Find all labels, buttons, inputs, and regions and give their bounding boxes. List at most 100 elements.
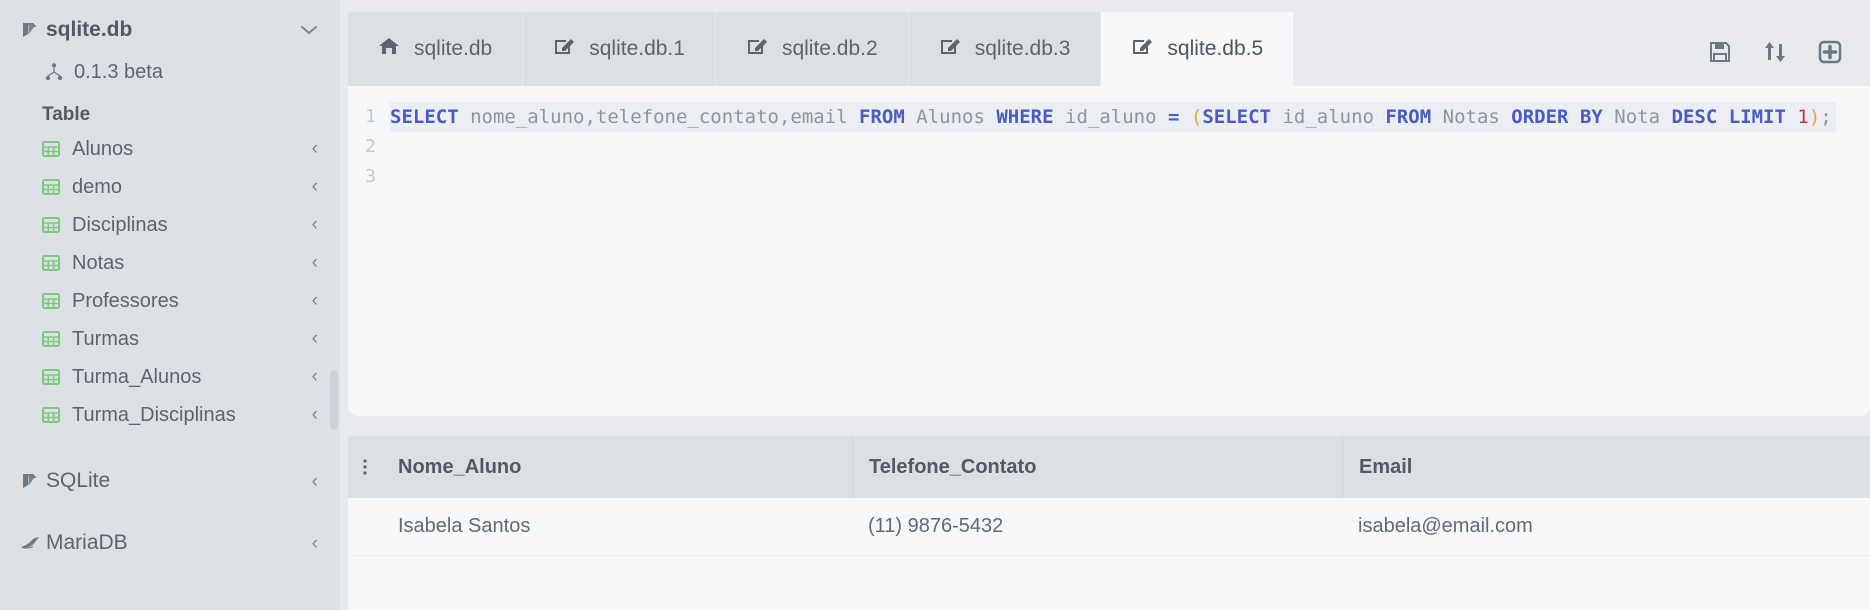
sidebar-item-label: Alunos xyxy=(72,137,134,160)
sidebar-item-alunos[interactable]: Alunos ‹ xyxy=(0,130,340,168)
table-icon xyxy=(42,407,72,423)
sql-token: BY xyxy=(1579,106,1603,128)
sql-token: = xyxy=(1167,106,1180,128)
column-header-telefone-contato[interactable]: Telefone_Contato xyxy=(869,456,1036,479)
sql-token: Notas xyxy=(1442,106,1500,128)
sidebar-item-turmas[interactable]: Turmas ‹ xyxy=(0,320,340,358)
sql-token: DESC xyxy=(1671,106,1718,128)
sql-query-text[interactable]: SELECT nome_aluno,telefone_contato,email… xyxy=(390,102,1836,132)
tab-sqlite-db-3[interactable]: sqlite.db.3 xyxy=(908,12,1102,86)
sitemap-icon xyxy=(44,62,74,82)
table-row[interactable]: Isabela Santos (11) 9876-5432 isabela@em… xyxy=(348,498,1870,556)
sql-token: SELECT xyxy=(1202,106,1271,128)
sql-token: ; xyxy=(1820,106,1832,128)
results-header-row: Nome_Aluno Telefone_Contato Email xyxy=(348,436,1870,498)
sidebar-item-label: Professores xyxy=(72,289,179,312)
sidebar-item-label: Disciplinas xyxy=(72,213,168,236)
chevron-left-icon[interactable]: ‹ xyxy=(312,214,318,236)
main-area: sqlite.db sqlite.db.1 sqlite.db.2 sqlite… xyxy=(340,0,1870,610)
sidebar: sqlite.db 0.1.3 beta Table Alunos ‹ demo… xyxy=(0,0,340,610)
tab-bar: sqlite.db sqlite.db.1 sqlite.db.2 sqlite… xyxy=(340,0,1870,86)
sidebar-item-notas[interactable]: Notas ‹ xyxy=(0,244,340,282)
sidebar-table-list: Alunos ‹ demo ‹ Disciplinas ‹ Notas ‹ Pr… xyxy=(0,130,340,434)
tab-sqlite-db[interactable]: sqlite.db xyxy=(348,12,524,86)
sidebar-connection-sqlite[interactable]: SQLite ‹ xyxy=(0,462,340,500)
sql-token: SELECT xyxy=(390,106,459,128)
sql-editor[interactable]: 1 SELECT nome_aluno,telefone_contato,ema… xyxy=(348,86,1870,416)
sidebar-database-header[interactable]: sqlite.db xyxy=(0,8,340,52)
table-icon xyxy=(42,179,72,195)
cell-email: isabela@email.com xyxy=(1358,515,1533,537)
sql-token: 1 xyxy=(1797,106,1809,128)
tab-label: sqlite.db.3 xyxy=(974,37,1071,60)
chevron-down-icon[interactable] xyxy=(300,21,318,40)
chevron-left-icon[interactable]: ‹ xyxy=(312,404,318,426)
sidebar-scrollbar[interactable] xyxy=(330,370,338,430)
tab-label: sqlite.db.1 xyxy=(589,37,685,60)
line-number: 2 xyxy=(365,136,376,157)
line-number: 1 xyxy=(365,106,376,127)
sidebar-item-turma-alunos[interactable]: Turma_Alunos ‹ xyxy=(0,358,340,396)
table-icon xyxy=(42,369,72,385)
column-header-nome-aluno[interactable]: Nome_Aluno xyxy=(398,456,521,479)
chevron-left-icon[interactable]: ‹ xyxy=(312,176,318,198)
sql-token: FROM xyxy=(1385,106,1432,128)
plus-square-icon[interactable] xyxy=(1818,40,1842,64)
sidebar-item-turma-disciplinas[interactable]: Turma_Disciplinas ‹ xyxy=(0,396,340,434)
sidebar-item-label: Turma_Alunos xyxy=(72,365,202,388)
sidebar-database-label: sqlite.db xyxy=(46,18,133,41)
sidebar-version-label: 0.1.3 beta xyxy=(74,60,163,83)
tab-sqlite-db-5[interactable]: sqlite.db.5 xyxy=(1101,12,1295,86)
editor-line-1: 1 SELECT nome_aluno,telefone_contato,ema… xyxy=(348,102,1870,132)
cell-nome-aluno: Isabela Santos xyxy=(398,515,531,537)
chevron-left-icon[interactable]: ‹ xyxy=(312,290,318,312)
editor-line-2: 2 xyxy=(348,132,1870,162)
table-icon xyxy=(42,141,72,157)
chevron-left-icon[interactable]: ‹ xyxy=(312,472,318,491)
sidebar-item-demo[interactable]: demo ‹ xyxy=(0,168,340,206)
sql-token: WHERE xyxy=(996,106,1054,128)
editor-toolbar xyxy=(1708,40,1870,86)
editor-line-3: 3 xyxy=(348,162,1870,192)
floppy-save-icon[interactable] xyxy=(1708,40,1732,64)
app-root: sqlite.db 0.1.3 beta Table Alunos ‹ demo… xyxy=(0,0,1870,610)
sql-token: Alunos xyxy=(916,106,985,128)
tab-sqlite-db-2[interactable]: sqlite.db.2 xyxy=(715,12,909,86)
chevron-left-icon[interactable]: ‹ xyxy=(312,252,318,274)
edit-square-icon xyxy=(1131,36,1153,62)
sidebar-item-label: Notas xyxy=(72,251,125,274)
sidebar-version-row: 0.1.3 beta xyxy=(0,52,340,92)
kebab-menu-icon[interactable] xyxy=(348,457,382,477)
tab-label: sqlite.db.5 xyxy=(1167,37,1264,60)
chevron-left-icon[interactable]: ‹ xyxy=(312,328,318,350)
edit-square-icon xyxy=(939,36,961,62)
tab-label: sqlite.db.2 xyxy=(781,37,878,60)
exchange-arrows-icon[interactable] xyxy=(1762,40,1788,64)
cell-telefone-contato: (11) 9876-5432 xyxy=(868,515,1004,537)
tab-sqlite-db-1[interactable]: sqlite.db.1 xyxy=(523,12,716,86)
edit-square-icon xyxy=(553,36,575,62)
sidebar-item-disciplinas[interactable]: Disciplinas ‹ xyxy=(0,206,340,244)
sidebar-item-label: demo xyxy=(72,175,123,198)
sidebar-item-professores[interactable]: Professores ‹ xyxy=(0,282,340,320)
sidebar-section-table: Table xyxy=(42,104,91,125)
column-header-email[interactable]: Email xyxy=(1359,456,1412,479)
chevron-left-icon[interactable]: ‹ xyxy=(312,138,318,160)
sidebar-connection-mariadb[interactable]: MariaDB ‹ xyxy=(0,524,340,562)
chevron-left-icon[interactable]: ‹ xyxy=(312,534,318,553)
sql-token: FROM xyxy=(859,106,905,128)
chevron-left-icon[interactable]: ‹ xyxy=(312,366,318,388)
